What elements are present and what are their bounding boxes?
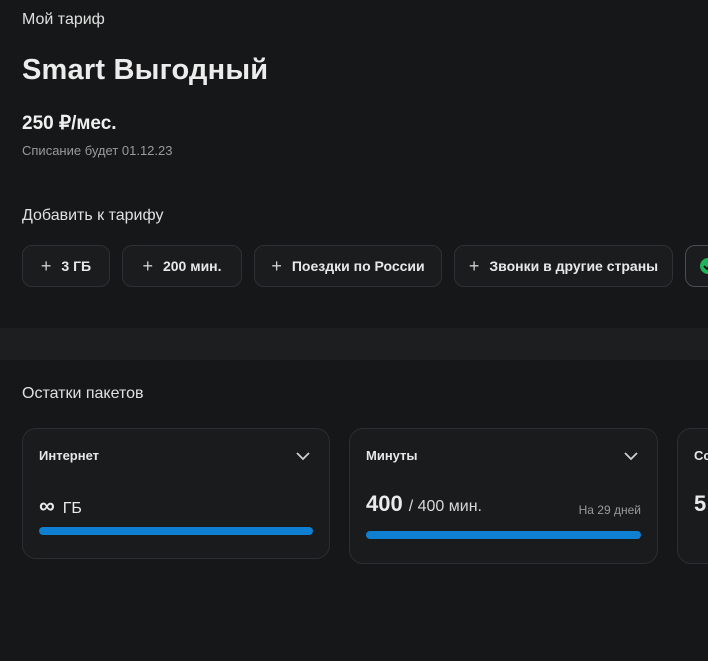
addon-chip-label: Поездки по России <box>291 258 425 274</box>
addon-chips: + 3 ГБ + 200 мин. + Поездки по России + … <box>22 245 708 289</box>
addon-chip-label: 3 ГБ <box>61 258 92 274</box>
plus-icon: + <box>271 256 282 276</box>
chevron-down-icon[interactable] <box>623 451 639 461</box>
minutes-period: На 29 дней <box>578 503 641 517</box>
plus-icon: + <box>40 256 52 276</box>
addons-title: Добавить к тарифу <box>22 207 164 224</box>
package-card-title: Интернет <box>39 448 100 463</box>
internet-unit: ГБ <box>62 500 82 517</box>
package-card-minutes[interactable]: Минуты 400 / 400 мин. На 29 дней <box>349 428 658 564</box>
package-card-title: Со <box>694 448 708 463</box>
charge-date-note: Списание будет 01.12.23 <box>22 143 173 158</box>
plan-price: 250 ₽/мес. <box>22 113 117 134</box>
plus-icon: + <box>468 256 480 276</box>
addon-chip-3gb[interactable]: + 3 ГБ <box>22 245 110 287</box>
minutes-total: / 400 мин. <box>408 498 482 515</box>
plus-icon: + <box>142 256 153 276</box>
package-card-internet[interactable]: Интернет ∞ ГБ <box>22 428 330 559</box>
internet-amount: ∞ ГБ <box>39 493 82 519</box>
addon-chip-label: 200 мин. <box>162 258 222 274</box>
minutes-amount: 400 / 400 мин. <box>366 491 482 517</box>
tariff-section-label: Мой тариф <box>22 11 105 28</box>
check-circle-icon <box>700 258 708 274</box>
addon-chip-russia-trips[interactable]: + Поездки по России <box>254 245 442 287</box>
minutes-progress-bar <box>366 531 641 539</box>
addon-chip-intl-calls[interactable]: + Звонки в другие страны <box>454 245 673 287</box>
minutes-remaining: 400 <box>366 491 403 516</box>
sms-remaining: 5 <box>694 491 707 516</box>
internet-progress-bar <box>39 527 313 535</box>
section-divider <box>0 328 708 360</box>
packages-title: Остатки пакетов <box>22 385 144 402</box>
addon-chip-label: Звонки в другие страны <box>489 258 659 274</box>
package-card-sms[interactable]: Со 5 <box>677 428 708 564</box>
chevron-down-icon[interactable] <box>295 451 311 461</box>
package-card-title: Минуты <box>366 448 418 463</box>
infinity-icon: ∞ <box>39 493 55 518</box>
plan-name: Smart Выгодный <box>22 54 269 86</box>
addon-chip-200min[interactable]: + 200 мин. <box>122 245 242 287</box>
sms-amount: 5 <box>694 491 706 517</box>
addon-chip-active[interactable] <box>685 245 708 287</box>
